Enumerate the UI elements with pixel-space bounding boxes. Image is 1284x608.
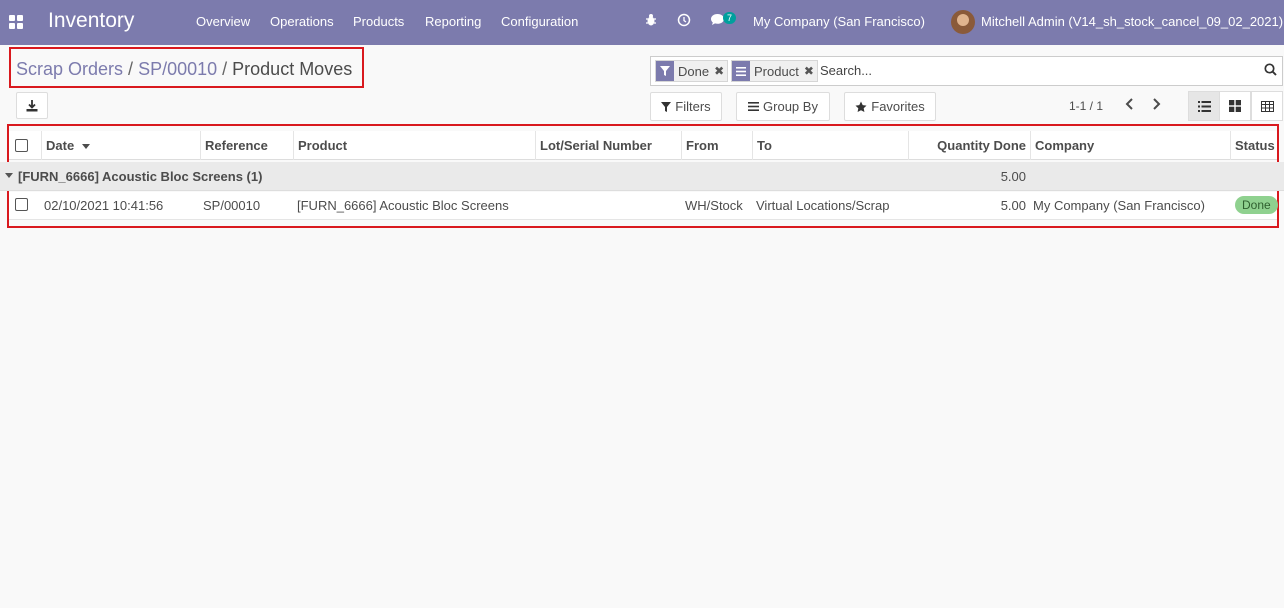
company-switcher[interactable]: My Company (San Francisco): [753, 14, 925, 29]
column-header-quantity-done[interactable]: Quantity Done: [908, 131, 1030, 160]
list-view-button[interactable]: [1188, 91, 1220, 121]
app-title: Inventory: [48, 9, 135, 32]
column-header-reference[interactable]: Reference: [200, 131, 293, 160]
filter-icon: [661, 101, 672, 112]
search-bar: Done ✖ Product ✖: [650, 56, 1283, 86]
filter-icon: [656, 61, 674, 81]
kanban-view-icon: [1229, 100, 1241, 112]
facet-label: Done: [678, 63, 710, 79]
cell-from: WH/Stock: [685, 198, 743, 213]
search-facet-product: Product ✖: [731, 60, 818, 82]
column-header-product[interactable]: Product: [293, 131, 535, 160]
table-row[interactable]: 02/10/2021 10:41:56 SP/00010 [FURN_6666]…: [9, 192, 1277, 220]
pager-previous-icon[interactable]: [1124, 97, 1134, 114]
sort-descending-icon: [81, 144, 90, 150]
group-by-label: Group By: [763, 99, 818, 114]
column-header-from[interactable]: From: [681, 131, 752, 160]
menu-products[interactable]: Products: [353, 14, 404, 29]
group-by-icon: [748, 102, 760, 111]
group-quantity-total: 5.00: [1000, 169, 1026, 184]
breadcrumb-separator: /: [128, 59, 134, 79]
select-all-checkbox[interactable]: [15, 139, 28, 152]
list-view-icon: [1197, 100, 1211, 112]
cell-product: [FURN_6666] Acoustic Bloc Screens: [297, 198, 509, 213]
app-menu-icon[interactable]: [9, 15, 23, 29]
cell-reference: SP/00010: [203, 198, 261, 213]
status-badge: Done: [1235, 196, 1278, 214]
pager-value[interactable]: 1-1 / 1: [1069, 99, 1103, 113]
user-menu[interactable]: Mitchell Admin (V14_sh_stock_cancel_09_0…: [981, 14, 1283, 29]
cell-to: Virtual Locations/Scrap: [756, 198, 890, 213]
breadcrumb-scrap-orders[interactable]: Scrap Orders: [16, 59, 123, 79]
cell-company: My Company (San Francisco): [1033, 198, 1205, 213]
debug-bug-icon[interactable]: [645, 13, 657, 30]
cell-quantity: 5.00: [1000, 198, 1026, 213]
remove-facet-icon[interactable]: ✖: [714, 64, 724, 78]
user-avatar[interactable]: [951, 10, 975, 34]
breadcrumb-current-page: Product Moves: [232, 59, 353, 79]
menu-reporting[interactable]: Reporting: [425, 14, 481, 29]
column-header-company[interactable]: Company: [1030, 131, 1230, 160]
pager-next-icon[interactable]: [1152, 97, 1162, 114]
top-navbar: Inventory Overview Operations Products R…: [0, 0, 1284, 45]
group-expand-caret-icon[interactable]: [5, 173, 13, 178]
filters-button[interactable]: Filters: [650, 92, 722, 121]
breadcrumb: Scrap Orders / SP/00010/Product Moves: [16, 59, 352, 80]
column-header-date[interactable]: Date: [41, 131, 201, 160]
breadcrumb-scrap-record[interactable]: SP/00010: [138, 59, 217, 79]
search-facet-done: Done ✖: [655, 60, 729, 82]
filters-label: Filters: [675, 99, 711, 114]
menu-configuration[interactable]: Configuration: [501, 14, 578, 29]
menu-operations[interactable]: Operations: [270, 14, 334, 29]
group-by-button[interactable]: Group By: [736, 92, 830, 121]
search-input[interactable]: [820, 63, 1240, 78]
kanban-view-button[interactable]: [1219, 91, 1251, 121]
group-row[interactable]: [FURN_6666] Acoustic Bloc Screens (1) 5.…: [0, 162, 1284, 191]
breadcrumb-separator: /: [222, 59, 228, 79]
export-download-button[interactable]: [16, 92, 48, 119]
menu-overview[interactable]: Overview: [196, 14, 250, 29]
favorites-button[interactable]: Favorites: [844, 92, 936, 121]
column-header-to[interactable]: To: [752, 131, 908, 160]
activity-clock-icon[interactable]: [677, 13, 691, 30]
column-header-lot-serial[interactable]: Lot/Serial Number: [535, 131, 681, 160]
cell-date: 02/10/2021 10:41:56: [44, 198, 164, 213]
remove-facet-icon[interactable]: ✖: [804, 64, 814, 78]
facet-label: Product: [754, 63, 799, 79]
star-icon: [855, 101, 867, 112]
column-header-status[interactable]: Status: [1230, 131, 1277, 160]
messages-count-badge: 7: [723, 12, 737, 24]
pivot-view-button[interactable]: [1251, 91, 1283, 121]
search-icon[interactable]: [1264, 63, 1277, 79]
group-by-icon: [732, 61, 750, 81]
row-checkbox[interactable]: [15, 198, 28, 211]
group-label: [FURN_6666] Acoustic Bloc Screens (1): [18, 169, 263, 184]
table-view-icon: [1260, 100, 1274, 112]
favorites-label: Favorites: [871, 99, 925, 114]
table-header: Date Reference Product Lot/Serial Number…: [9, 131, 1277, 160]
download-icon: [26, 99, 38, 111]
